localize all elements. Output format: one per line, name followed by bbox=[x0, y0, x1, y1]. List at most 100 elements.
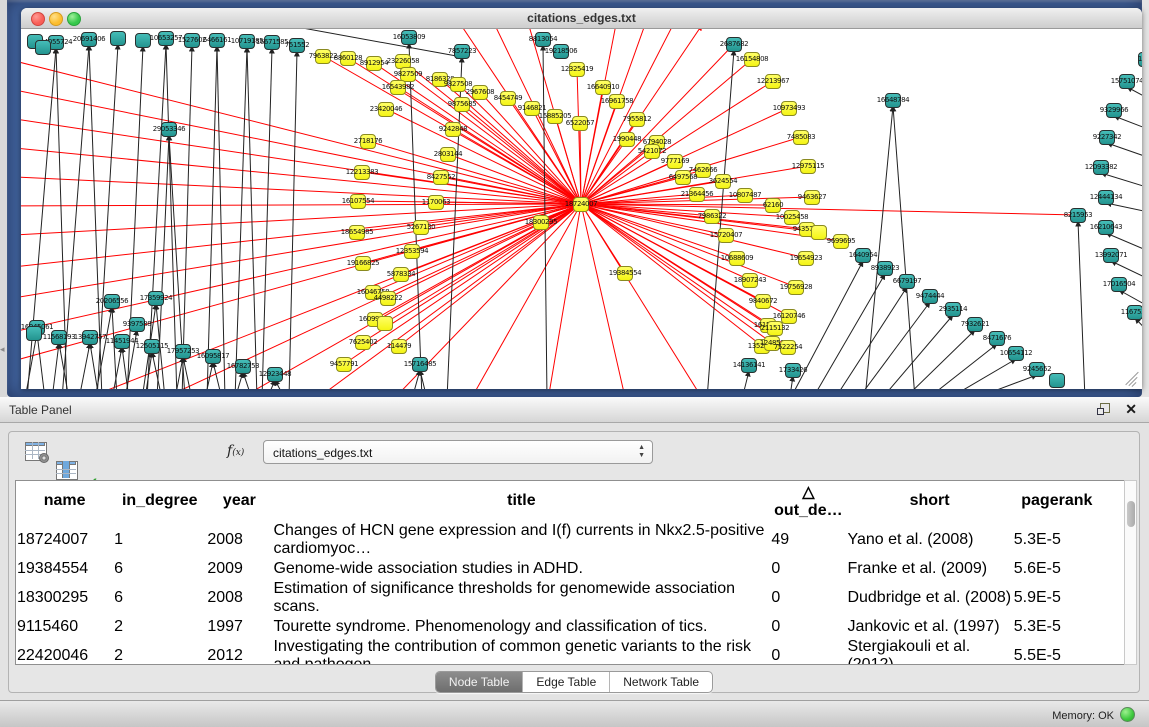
window-resize-grip[interactable] bbox=[1124, 371, 1140, 387]
graph-node[interactable] bbox=[737, 188, 753, 203]
column-header[interactable]: title bbox=[272, 481, 770, 521]
table-cell[interactable]: 2009 bbox=[206, 559, 272, 579]
graph-node[interactable] bbox=[264, 35, 280, 50]
table-cell[interactable]: 0 bbox=[770, 559, 846, 579]
graph-node[interactable] bbox=[1098, 220, 1114, 235]
graph-node[interactable] bbox=[366, 56, 382, 71]
graph-node[interactable] bbox=[1103, 248, 1119, 263]
graph-node[interactable] bbox=[644, 144, 660, 159]
graph-node[interactable] bbox=[428, 195, 444, 210]
graph-node[interactable] bbox=[533, 215, 549, 230]
window-titlebar[interactable]: citations_edges.txt bbox=[21, 8, 1142, 29]
table-cell[interactable]: 0 bbox=[770, 617, 846, 637]
graph-node[interactable] bbox=[855, 248, 871, 263]
table-cell[interactable]: 2 bbox=[113, 617, 206, 637]
graph-node[interactable] bbox=[765, 74, 781, 89]
table-cell[interactable]: 0 bbox=[770, 637, 846, 665]
graph-node[interactable] bbox=[267, 367, 283, 382]
column-header[interactable] bbox=[1101, 481, 1125, 521]
graph-node[interactable] bbox=[500, 91, 516, 106]
graph-node[interactable] bbox=[205, 349, 221, 364]
table-scrollbar-thumb[interactable] bbox=[1127, 501, 1135, 527]
table-cell[interactable] bbox=[1101, 637, 1125, 665]
table-cell[interactable]: 1997 bbox=[206, 617, 272, 637]
graph-node[interactable] bbox=[741, 358, 757, 373]
graph-node[interactable] bbox=[315, 49, 331, 64]
graph-node[interactable] bbox=[377, 316, 393, 331]
column-header[interactable]: year bbox=[206, 481, 272, 521]
table-scrollbar[interactable] bbox=[1124, 480, 1137, 665]
graph-node[interactable] bbox=[780, 340, 796, 355]
graph-node[interactable] bbox=[798, 251, 814, 266]
graph-node[interactable] bbox=[454, 44, 470, 59]
table-cell[interactable] bbox=[1101, 579, 1125, 617]
table-cell[interactable]: 5.3E-5 bbox=[1013, 617, 1101, 637]
table-cell[interactable]: 0 bbox=[770, 579, 846, 617]
table-cell[interactable]: 49 bbox=[770, 521, 846, 559]
table-cell[interactable]: 9115460 bbox=[16, 617, 113, 637]
graph-node[interactable] bbox=[899, 274, 915, 289]
table-cell[interactable]: 5.5E-5 bbox=[1013, 637, 1101, 665]
graph-node[interactable] bbox=[82, 330, 98, 345]
graph-node[interactable] bbox=[811, 225, 827, 240]
graph-node[interactable] bbox=[35, 40, 51, 55]
column-header[interactable]: in_degree bbox=[113, 481, 206, 521]
table-cell[interactable]: Jankovic et al. (1997) bbox=[846, 617, 1012, 637]
graph-node[interactable] bbox=[349, 225, 365, 240]
graph-node[interactable] bbox=[718, 228, 734, 243]
graph-node[interactable] bbox=[184, 33, 200, 48]
graph-node[interactable] bbox=[1008, 346, 1024, 361]
graph-node[interactable] bbox=[629, 112, 645, 127]
table-cell[interactable]: 18724007 bbox=[16, 521, 113, 559]
table-cell[interactable]: 2008 bbox=[206, 579, 272, 617]
table-cell[interactable]: 6 bbox=[113, 579, 206, 617]
table-row[interactable]: 911546021997Tourette syndrome. Phenomeno… bbox=[16, 617, 1125, 637]
table-cell[interactable]: 18300295 bbox=[16, 579, 113, 617]
table-cell[interactable]: 5.3E-5 bbox=[1013, 521, 1101, 559]
graph-node[interactable] bbox=[1093, 160, 1109, 175]
graph-node[interactable] bbox=[744, 52, 760, 67]
graph-node[interactable] bbox=[1070, 208, 1086, 223]
graph-node[interactable] bbox=[729, 251, 745, 266]
graph-node[interactable] bbox=[445, 122, 461, 137]
graph-node[interactable] bbox=[877, 261, 893, 276]
graph-node[interactable] bbox=[800, 159, 816, 174]
graph-node[interactable] bbox=[433, 170, 449, 185]
graph-node[interactable] bbox=[619, 132, 635, 147]
graph-node[interactable] bbox=[785, 363, 801, 378]
table-cell[interactable]: Investigating the contribution of common… bbox=[272, 637, 770, 665]
table-cell[interactable]: Estimation of significance thresholds fo… bbox=[272, 579, 770, 617]
graph-node[interactable] bbox=[148, 291, 164, 306]
graph-node[interactable] bbox=[764, 336, 780, 351]
table-cell[interactable] bbox=[1101, 617, 1125, 637]
tab-node-table[interactable]: Node Table bbox=[436, 672, 523, 692]
close-icon[interactable]: ✕ bbox=[1125, 401, 1137, 417]
column-header[interactable]: pagerank bbox=[1013, 481, 1101, 521]
graph-node[interactable] bbox=[161, 122, 177, 137]
graph-node[interactable] bbox=[1127, 305, 1142, 320]
table-row[interactable]: 2242004622012Investigating the contribut… bbox=[16, 637, 1125, 665]
column-header[interactable]: △ out_de… bbox=[770, 481, 846, 521]
graph-node[interactable] bbox=[404, 244, 420, 259]
table-cell[interactable]: 2 bbox=[113, 637, 206, 665]
graph-node[interactable] bbox=[354, 165, 370, 180]
show-columns-icon[interactable] bbox=[56, 461, 78, 480]
tab-edge-table[interactable]: Edge Table bbox=[522, 672, 609, 692]
table-cell[interactable]: 1 bbox=[113, 521, 206, 559]
table-cell[interactable]: Genome-wide association studies in ADHD. bbox=[272, 559, 770, 579]
table-cell[interactable]: Yano et al. (2008) bbox=[846, 521, 1012, 559]
column-header[interactable]: name bbox=[16, 481, 113, 521]
graph-node[interactable] bbox=[158, 31, 174, 46]
graph-node[interactable] bbox=[235, 359, 251, 374]
graph-node[interactable] bbox=[360, 134, 376, 149]
graph-node[interactable] bbox=[535, 32, 551, 47]
graph-node[interactable] bbox=[572, 116, 588, 131]
graph-node[interactable] bbox=[350, 194, 366, 209]
graph-node[interactable] bbox=[793, 130, 809, 145]
graph-node[interactable] bbox=[573, 197, 589, 212]
table-cell[interactable]: Tourette syndrome. Phenomenology and cla… bbox=[272, 617, 770, 637]
graph-node[interactable] bbox=[51, 330, 67, 345]
graph-node[interactable] bbox=[1138, 52, 1142, 67]
graph-node[interactable] bbox=[355, 335, 371, 350]
graph-node[interactable] bbox=[667, 154, 683, 169]
